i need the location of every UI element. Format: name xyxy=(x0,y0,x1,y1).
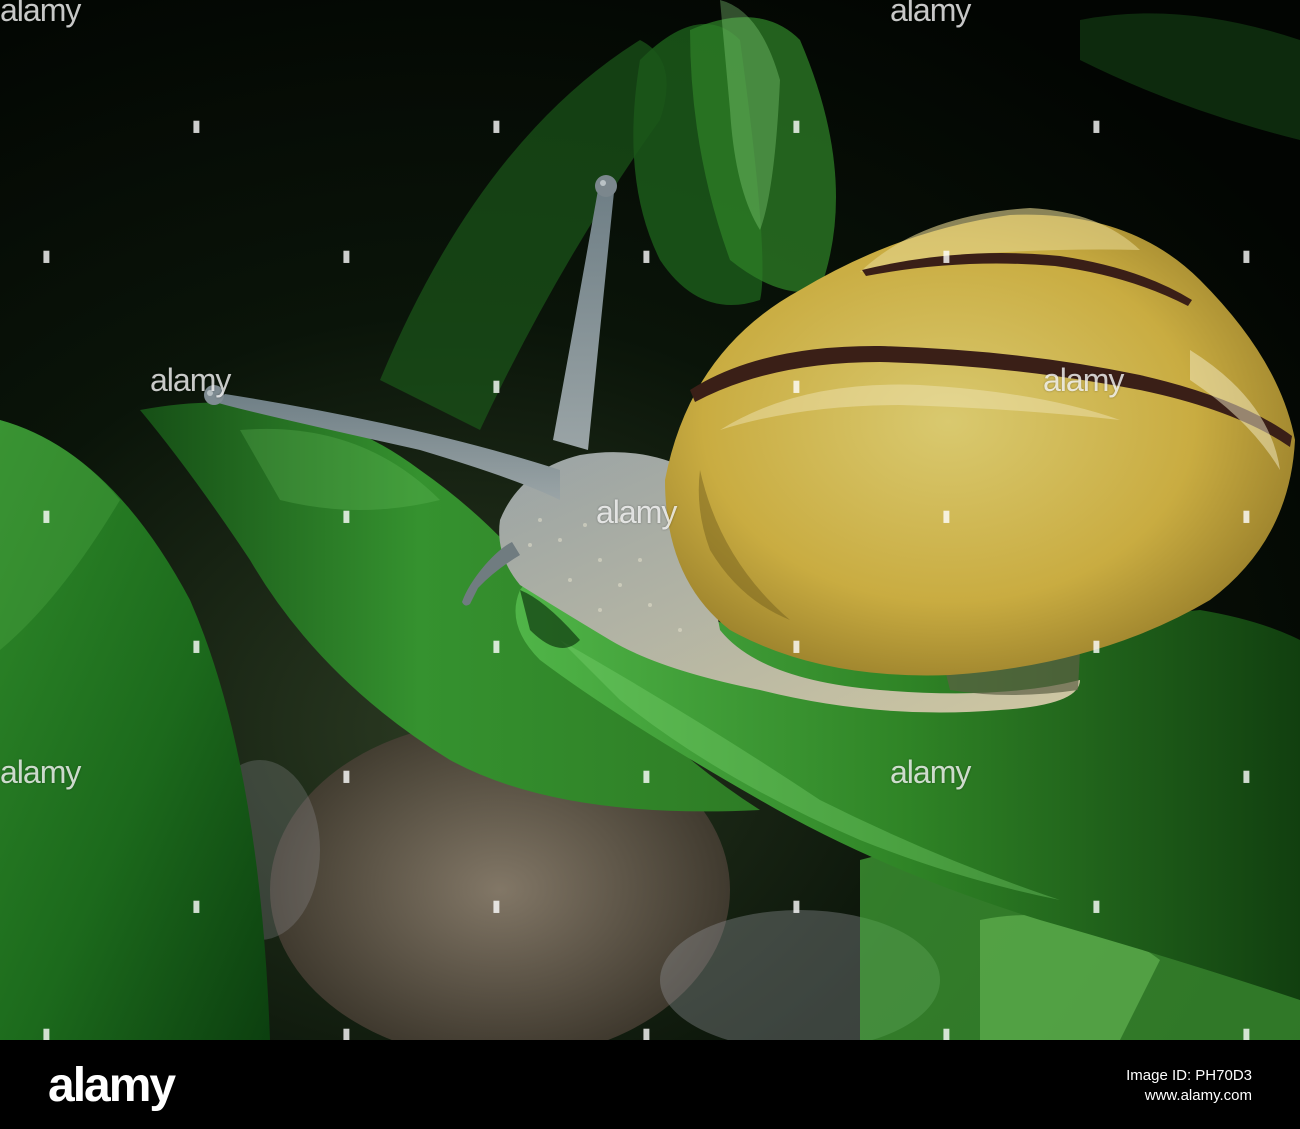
watermark-dot-icon: ▮ xyxy=(792,118,801,135)
watermark-dot-icon: ▮ xyxy=(792,638,801,655)
watermark-dot-icon: ▮ xyxy=(1242,248,1251,265)
watermark-dot-icon: ▮ xyxy=(492,898,501,915)
watermark-dot-icon: ▮ xyxy=(492,378,501,395)
watermark-dot-icon: ▮ xyxy=(192,638,201,655)
watermark-text: alamy xyxy=(150,362,231,398)
watermark-dot-icon: ▮ xyxy=(192,898,201,915)
watermark-text: alamy xyxy=(1043,362,1124,398)
watermark-dot-icon: ▮ xyxy=(1242,768,1251,785)
image-info: Image ID: PH70D3 www.alamy.com xyxy=(1126,1066,1252,1106)
watermark-dot-icon: ▮ xyxy=(642,248,651,265)
watermark-dot-icon: ▮ xyxy=(342,768,351,785)
watermark-text: alamy xyxy=(0,754,81,790)
watermark-dot-icon: ▮ xyxy=(792,378,801,395)
watermark-dot-icon: ▮ xyxy=(942,248,951,265)
alamy-logo: alamy xyxy=(48,1059,176,1112)
image-id-text: Image ID: PH70D3 xyxy=(1126,1067,1252,1084)
watermark-dot-icon: ▮ xyxy=(1092,118,1101,135)
watermark-text: alamy xyxy=(890,0,971,28)
watermark-dot-icon: ▮ xyxy=(42,508,51,525)
watermark-dot-icon: ▮ xyxy=(792,898,801,915)
watermark-dot-icon: ▮ xyxy=(942,508,951,525)
watermark-text: alamy xyxy=(890,754,971,790)
stock-photo-page: alamy alamy alamy alamy alamy alamy alam… xyxy=(0,0,1300,1129)
footer-bar: alamy Image ID: PH70D3 www.alamy.com xyxy=(0,1040,1300,1129)
watermark-dot-icon: ▮ xyxy=(192,118,201,135)
watermark-dot-icon: ▮ xyxy=(642,768,651,785)
watermark-dot-icon: ▮ xyxy=(42,248,51,265)
watermark-dot-icon: ▮ xyxy=(492,118,501,135)
watermark-dot-icon: ▮ xyxy=(1092,638,1101,655)
watermark-dot-icon: ▮ xyxy=(342,508,351,525)
watermark-dot-icon: ▮ xyxy=(1242,508,1251,525)
watermark-dot-icon: ▮ xyxy=(1092,898,1101,915)
website-url[interactable]: www.alamy.com xyxy=(1126,1086,1252,1106)
watermark-text: alamy xyxy=(0,0,81,28)
watermark-dot-icon: ▮ xyxy=(342,248,351,265)
watermark-text: alamy xyxy=(596,494,677,530)
watermark-dot-icon: ▮ xyxy=(492,638,501,655)
